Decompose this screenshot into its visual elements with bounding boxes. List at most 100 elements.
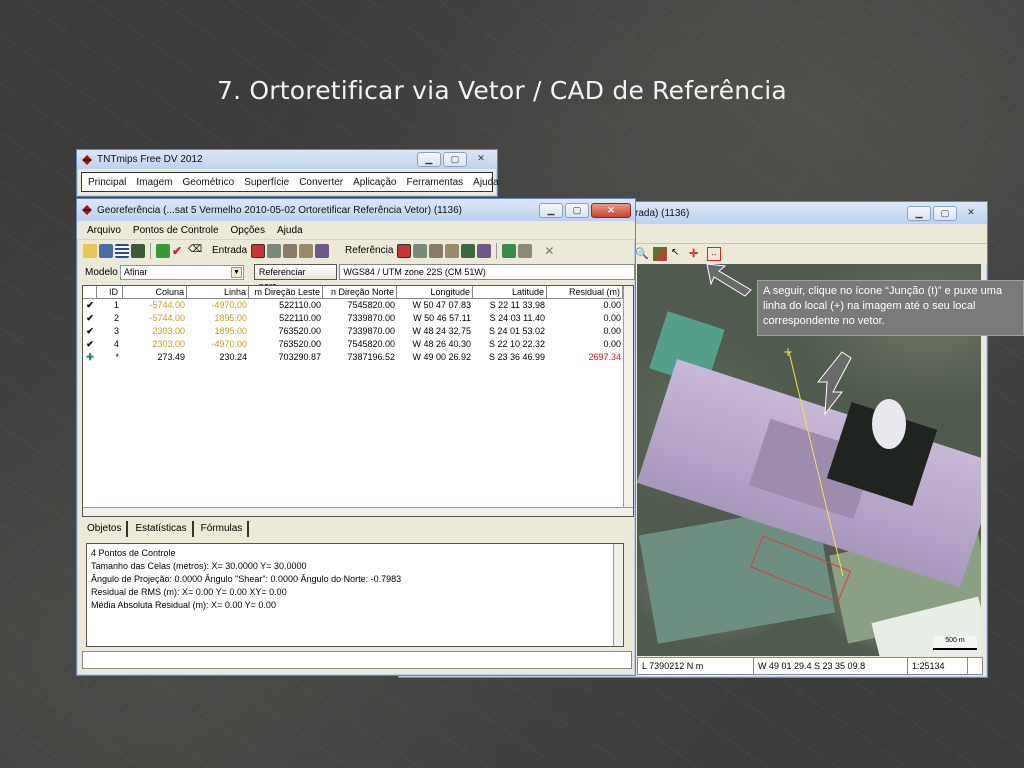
col-header-residual[interactable]: Residual (m) (547, 286, 623, 299)
close-button[interactable]: ✕ (591, 202, 631, 218)
table-vertical-scrollbar[interactable] (623, 286, 633, 516)
crosshair-icon[interactable]: ✛ (689, 247, 703, 261)
layers-icon[interactable] (518, 243, 533, 258)
georeference-window: Georeferência (...sat 5 Vermelho 2010-05… (76, 198, 636, 676)
menu-arquivo[interactable]: Arquivo (87, 225, 121, 236)
table-header: ID Coluna Linha m Direção Leste n Direçã… (83, 286, 633, 299)
close-button[interactable]: ✕ (469, 152, 493, 167)
table-row[interactable]: ✚ * 273.49 230.24 703290.87 7387196.52 W… (83, 351, 633, 364)
chevron-down-icon[interactable]: ▼ (231, 266, 243, 278)
open-icon[interactable] (83, 243, 97, 258)
maximize-button[interactable]: ▢ (933, 205, 957, 221)
georeference-menubar: Arquivo Pontos de Controle Opções Ajuda (77, 221, 635, 239)
image-window-title: rada) (1136) (635, 207, 690, 219)
entrada-pan-icon[interactable] (267, 243, 282, 258)
menu-converter[interactable]: Converter (299, 177, 343, 188)
join-tool-icon[interactable] (653, 247, 667, 261)
menu-ferramentas[interactable]: Ferramentas (406, 177, 463, 188)
modelo-select[interactable]: Afinar ▼ (119, 264, 245, 280)
zoom-icon[interactable]: 🔍 (635, 247, 649, 261)
georeference-titlebar[interactable]: Georeferência (...sat 5 Vermelho 2010-05… (77, 199, 635, 221)
delete-point-icon[interactable]: ⌫ (188, 244, 202, 258)
crs-field: WGS84 / UTM zone 22S (CM 51W) (339, 264, 635, 280)
table-row[interactable]: ✔ 1 -5744.00 -4970.00 522110.00 7545820.… (83, 299, 633, 312)
referencia-rotate-icon[interactable] (429, 243, 444, 258)
info-vertical-scrollbar[interactable] (613, 544, 623, 646)
menu-ajuda[interactable]: Ajuda (473, 177, 499, 188)
menu-pontos-de-controle[interactable]: Pontos de Controle (133, 225, 219, 236)
tntmips-menubar: Principal Imagem Geométrico Superfície C… (81, 172, 499, 192)
tntmips-title: TNTmips Free DV 2012 (97, 154, 203, 165)
status-coord: L 7390212 N m (638, 658, 754, 674)
referencia-pan-icon[interactable] (413, 243, 428, 258)
referencia-grid-icon[interactable] (461, 243, 476, 258)
entrada-stretch-icon[interactable] (299, 243, 314, 258)
model-row: Modelo Afinar ▼ Referenciar para... WGS8… (77, 261, 635, 291)
pointer-icon[interactable]: ↖ (671, 247, 685, 261)
minimize-button[interactable]: ▁ (539, 202, 563, 218)
checkmark-icon[interactable]: ✔ (83, 312, 97, 325)
status-geo: W 49 01 29.4 S 23 35 09.8 (754, 658, 908, 674)
add-point-icon[interactable] (156, 243, 170, 258)
col-header-linha[interactable]: Linha (187, 286, 249, 299)
col-header-coluna[interactable]: Coluna (123, 286, 187, 299)
georeference-toolbar: ✔ ⌫ Entrada Referência ✕ (77, 239, 635, 261)
table-horizontal-scrollbar[interactable] (83, 507, 633, 516)
referencia-label: Referência (345, 245, 394, 256)
menu-principal[interactable]: Principal (88, 177, 126, 188)
entrada-join-icon[interactable] (251, 243, 266, 258)
col-header-id[interactable]: ID (97, 286, 123, 299)
referencia-join-icon[interactable] (397, 243, 412, 258)
new-point-icon[interactable]: ✚ (83, 351, 97, 364)
referencia-tag-icon[interactable] (477, 243, 492, 258)
georeference-title: Georeferência (...sat 5 Vermelho 2010-05… (97, 204, 462, 216)
status-scale: 1:25134 (908, 658, 968, 674)
svg-text:+: + (783, 345, 793, 359)
maximize-button[interactable]: ▢ (443, 152, 467, 167)
maximize-button[interactable]: ▢ (565, 202, 589, 218)
table-icon[interactable] (131, 243, 145, 258)
save-icon[interactable] (99, 243, 113, 258)
menu-aplicacao[interactable]: Aplicação (353, 177, 396, 188)
tntmips-titlebar[interactable]: TNTmips Free DV 2012 ▁ ▢ ✕ (77, 150, 497, 169)
minimize-button[interactable]: ▁ (907, 205, 931, 221)
checkmark-icon[interactable]: ✔ (83, 299, 97, 312)
info-line: Ângulo de Projeção: 0.0000 Ângulo "Shear… (91, 574, 402, 584)
referenciar-button[interactable]: Referenciar para... (253, 264, 338, 291)
menu-opcoes[interactable]: Opções (231, 225, 265, 236)
close-button[interactable]: ✕ (959, 206, 983, 221)
info-line: Residual de RMS (m): X= 0.00 Y= 0.00 XY=… (91, 587, 287, 597)
table-row[interactable]: ✔ 3 2303.00 1895.00 763520.00 7339870.00… (83, 325, 633, 338)
close-icon[interactable]: ✕ (544, 244, 558, 258)
measure-icon[interactable]: ↔ (707, 247, 721, 261)
pointer-arrow (706, 263, 752, 297)
map-icon[interactable] (502, 243, 517, 258)
info-line: Média Absoluta Residual (m): X= 0.00 Y= … (91, 600, 276, 610)
tab-formulas[interactable]: Fórmulas (196, 521, 250, 537)
col-header-norte[interactable]: n Direção Norte (323, 286, 397, 299)
menu-ajuda[interactable]: Ajuda (277, 225, 303, 236)
col-header-longitude[interactable]: Longitude (397, 286, 473, 299)
menu-superficie[interactable]: Superfície (244, 177, 289, 188)
tntmips-app-icon (81, 154, 93, 166)
col-header-leste[interactable]: m Direção Leste (249, 286, 323, 299)
accept-icon[interactable]: ✔ (172, 244, 186, 258)
minimize-button[interactable]: ▁ (417, 152, 441, 167)
list-icon[interactable] (115, 243, 129, 258)
referencia-stretch-icon[interactable] (445, 243, 460, 258)
tab-objetos[interactable]: Objetos (82, 521, 129, 537)
menu-geometrico[interactable]: Geométrico (182, 177, 234, 188)
control-points-table: ID Coluna Linha m Direção Leste n Direçã… (82, 285, 634, 517)
checkmark-icon[interactable]: ✔ (83, 325, 97, 338)
col-header-latitude[interactable]: Latitude (473, 286, 547, 299)
slide-title: 7. Ortoretificar via Vetor / CAD de Refe… (217, 76, 787, 105)
tab-estatisticas[interactable]: Estatísticas (130, 521, 194, 537)
tntmips-main-window: TNTmips Free DV 2012 ▁ ▢ ✕ Principal Ima… (76, 149, 499, 197)
entrada-tag-icon[interactable] (315, 243, 330, 258)
table-row[interactable]: ✔ 4 2303.00 -4970.00 763520.00 7545820.0… (83, 338, 633, 351)
table-row[interactable]: ✔ 2 -5744.00 1895.00 522110.00 7339870.0… (83, 312, 633, 325)
checkmark-icon[interactable]: ✔ (83, 338, 97, 351)
menu-imagem[interactable]: Imagem (136, 177, 172, 188)
entrada-rotate-icon[interactable] (283, 243, 298, 258)
image-status-bar: L 7390212 N m W 49 01 29.4 S 23 35 09.8 … (637, 657, 983, 675)
